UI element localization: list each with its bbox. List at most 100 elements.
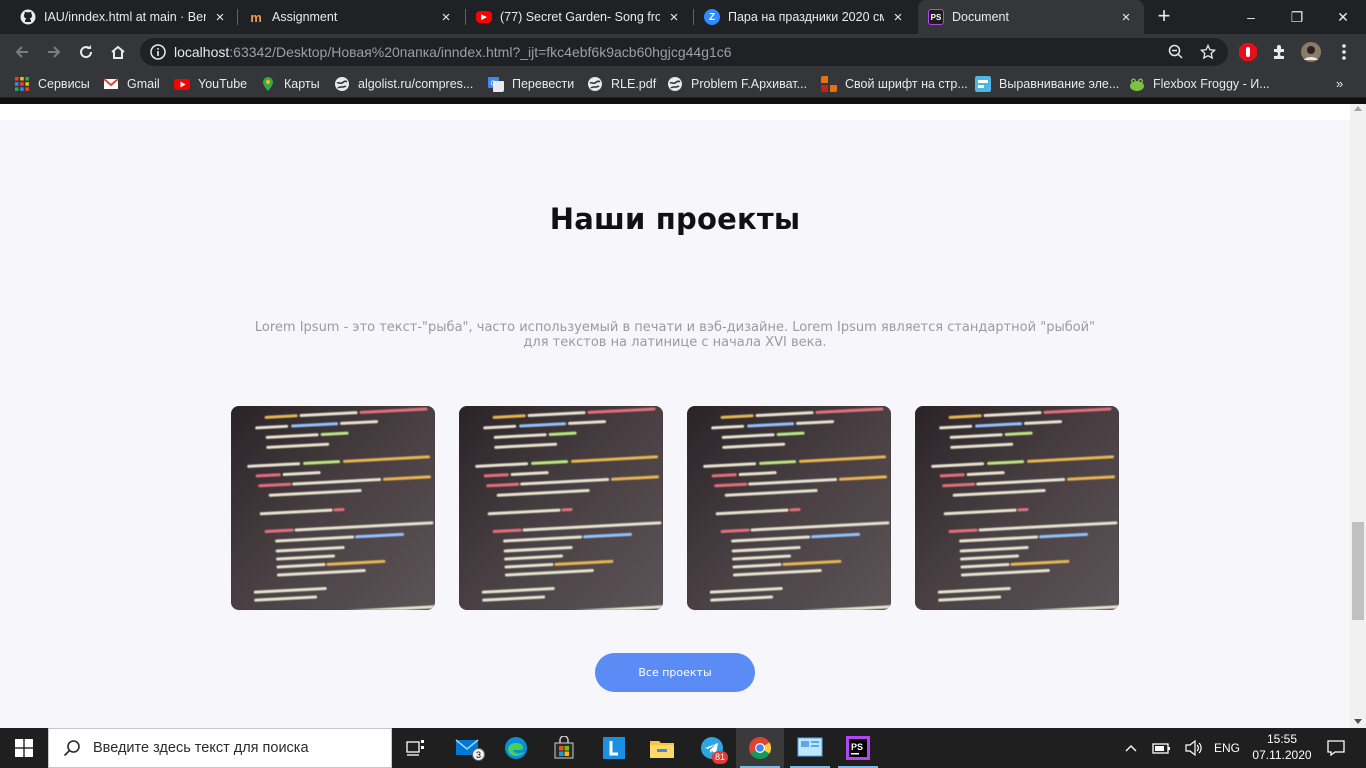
- taskbar-search-box[interactable]: [48, 728, 392, 768]
- bookmark-alignment[interactable]: Выравнивание эле...: [975, 75, 1119, 93]
- previous-section-edge: [0, 104, 1350, 120]
- tab-github[interactable]: IAU/inndex.html at main · Bem ×: [10, 0, 238, 34]
- menu-icon[interactable]: [1334, 42, 1354, 62]
- tab-title: (77) Secret Garden- Song from: [500, 10, 660, 24]
- adblock-icon[interactable]: [1238, 42, 1258, 62]
- close-icon[interactable]: ×: [438, 9, 454, 26]
- taskbar-lingualeo[interactable]: [590, 728, 638, 768]
- bookmark-label: Перевести: [512, 77, 575, 91]
- page-scrollbar[interactable]: [1350, 104, 1366, 728]
- browser-tab-bar: IAU/inndex.html at main · Bem × m Assign…: [0, 0, 1366, 34]
- tab-youtube[interactable]: ▶ (77) Secret Garden- Song from ×: [466, 0, 692, 34]
- telegram-badge: 81: [712, 751, 729, 764]
- back-button[interactable]: [10, 40, 34, 64]
- close-window-button[interactable]: ✕: [1320, 0, 1366, 34]
- taskbar-edge[interactable]: [492, 728, 540, 768]
- taskbar-chrome[interactable]: [736, 728, 784, 768]
- clock-time: 15:55: [1266, 732, 1298, 746]
- taskbar-store[interactable]: [540, 728, 588, 768]
- code-screenshot-image: [915, 406, 1119, 610]
- all-projects-button[interactable]: Все проекты: [595, 653, 755, 692]
- frog-icon: [1130, 78, 1144, 91]
- notifications-button[interactable]: [1318, 728, 1354, 768]
- star-icon[interactable]: [1200, 44, 1216, 60]
- reload-icon: [80, 45, 93, 59]
- input-language[interactable]: ENG: [1210, 728, 1244, 768]
- start-button[interactable]: [0, 728, 48, 768]
- volume-control[interactable]: [1182, 728, 1206, 768]
- bookmark-apps[interactable]: Сервисы: [14, 75, 90, 93]
- bookmark-translate[interactable]: G Перевести: [488, 75, 574, 93]
- project-card[interactable]: [459, 406, 663, 610]
- gmail-icon: [103, 78, 119, 89]
- translate-icon: G: [488, 77, 504, 92]
- taskbar-telegram[interactable]: 81: [688, 728, 736, 768]
- chevron-up-icon: [1125, 745, 1137, 752]
- assignment-icon: m: [250, 9, 262, 25]
- code-screenshot-image: [459, 406, 663, 610]
- windows-taskbar: 3 81 PS ENG 15:55 07.11.2020: [0, 728, 1366, 768]
- taskbar-file-explorer[interactable]: [638, 728, 686, 768]
- taskbar-mail[interactable]: 3: [444, 728, 492, 768]
- zoom-icon[interactable]: [1168, 44, 1184, 60]
- bookmark-label: Выравнивание эле...: [999, 77, 1120, 91]
- url-path: :63342/Desktop/Новая%20папка/inndex.html…: [229, 44, 732, 60]
- restore-button[interactable]: ❐: [1274, 0, 1320, 34]
- bookmark-label: Gmail: [127, 77, 160, 91]
- z-icon: Z: [704, 9, 720, 25]
- project-card[interactable]: [687, 406, 891, 610]
- taskbar-phpstorm[interactable]: PS: [834, 728, 882, 768]
- scroll-down-arrow-icon[interactable]: [1354, 719, 1362, 724]
- projects-grid: [231, 406, 1119, 610]
- bookmark-maps[interactable]: Карты: [260, 75, 320, 93]
- window-app-icon: [797, 737, 823, 757]
- search-input[interactable]: [93, 740, 373, 756]
- close-icon[interactable]: ×: [666, 9, 682, 26]
- info-icon[interactable]: [150, 44, 166, 60]
- project-card[interactable]: [231, 406, 435, 610]
- bookmark-problem[interactable]: Problem F.Архиват...: [667, 75, 807, 93]
- bookmark-flexbox-froggy[interactable]: Flexbox Froggy - И...: [1129, 75, 1270, 93]
- home-button[interactable]: [106, 40, 130, 64]
- bookmark-label: YouTube: [198, 77, 248, 91]
- globe-icon: [335, 77, 349, 91]
- show-hidden-icons-button[interactable]: [1120, 728, 1142, 768]
- reload-button[interactable]: [74, 40, 98, 64]
- close-icon[interactable]: ×: [1118, 9, 1134, 26]
- browser-toolbar: localhost:63342/Desktop/Новая%20папка/in…: [0, 34, 1366, 70]
- bookmark-font[interactable]: Свой шрифт на стр...: [821, 75, 968, 93]
- battery-plug-icon: [1152, 743, 1170, 754]
- taskbar-remote-desktop[interactable]: [786, 728, 834, 768]
- tab-zoom[interactable]: Z Пара на праздники 2020 смот ×: [694, 0, 916, 34]
- address-bar[interactable]: localhost:63342/Desktop/Новая%20папка/in…: [140, 38, 1228, 66]
- forward-button[interactable]: [42, 40, 66, 64]
- scrollbar-thumb[interactable]: [1352, 522, 1364, 620]
- close-icon[interactable]: ×: [212, 9, 228, 26]
- system-clock[interactable]: 15:55 07.11.2020: [1248, 731, 1316, 763]
- search-icon: [63, 740, 80, 757]
- bookmark-label: Свой шрифт на стр...: [845, 77, 968, 91]
- bookmark-gmail[interactable]: Gmail: [103, 75, 160, 93]
- task-view-button[interactable]: [392, 728, 440, 768]
- project-card[interactable]: [915, 406, 1119, 610]
- close-icon[interactable]: ×: [890, 9, 906, 26]
- battery-status[interactable]: [1150, 728, 1174, 768]
- tab-title: Document: [952, 10, 1009, 24]
- maps-pin-icon: [263, 77, 273, 91]
- bookmark-rle[interactable]: RLE.pdf: [587, 75, 656, 93]
- scroll-up-arrow-icon[interactable]: [1354, 106, 1362, 111]
- minimize-button[interactable]: –: [1228, 0, 1274, 34]
- bookmarks-overflow-button[interactable]: »: [1336, 76, 1343, 91]
- bookmark-algolist[interactable]: algolist.ru/compres...: [334, 75, 473, 93]
- new-tab-button[interactable]: +: [1152, 5, 1176, 29]
- tab-assignment[interactable]: m Assignment ×: [238, 0, 464, 34]
- svg-text:PS: PS: [851, 742, 863, 752]
- extensions-icon[interactable]: [1270, 42, 1290, 62]
- avatar[interactable]: [1301, 42, 1321, 62]
- folder-icon: [650, 741, 674, 758]
- bookmark-youtube[interactable]: YouTube: [174, 75, 247, 93]
- tab-document[interactable]: PS Document ×: [918, 0, 1144, 34]
- edge-icon: [505, 737, 527, 759]
- blocks-icon: [821, 76, 837, 92]
- mail-badge: 3: [472, 748, 486, 761]
